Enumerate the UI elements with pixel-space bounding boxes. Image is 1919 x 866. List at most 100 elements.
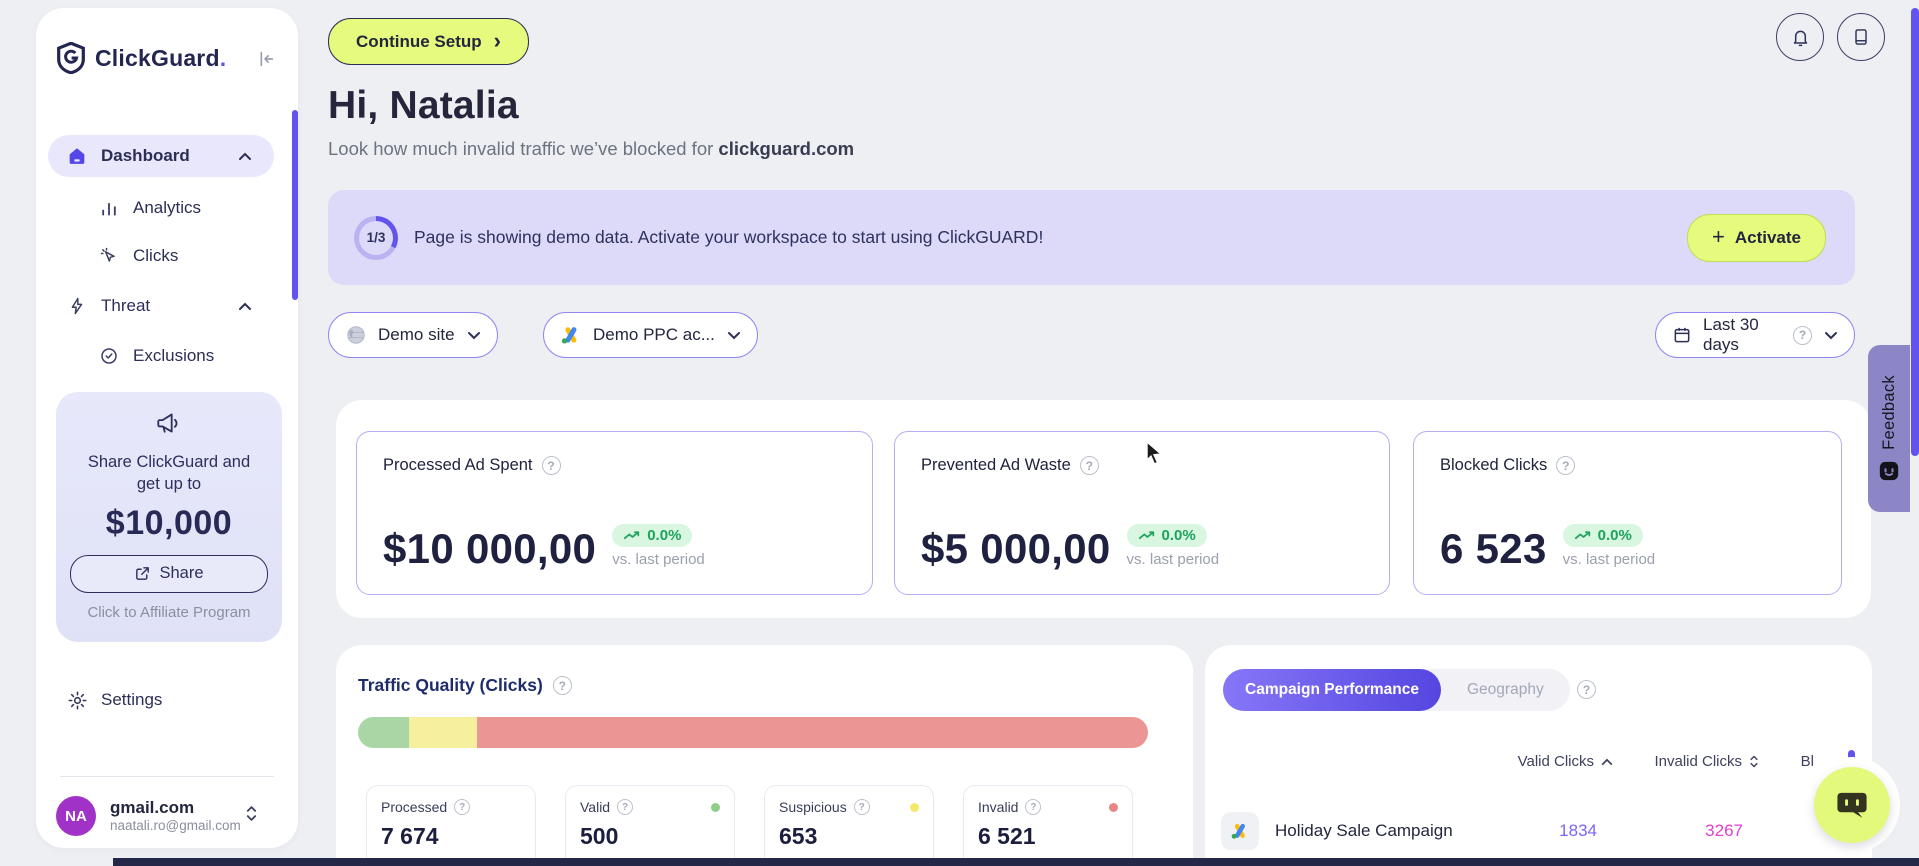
promo-amount: $10,000 [56,504,282,543]
stat-card-prevented-ad-waste: Prevented Ad Waste? $5 000,00 0.0% vs. l… [894,431,1390,595]
traffic-quality-title: Traffic Quality (Clicks) [358,675,543,696]
brand-logo[interactable]: ClickGuard. [56,42,226,74]
setup-progress-ring: 1/3 [354,216,398,260]
plus-icon: + [1712,226,1725,248]
globe-icon [345,324,367,346]
help-icon[interactable]: ? [454,799,470,815]
sidebar-item-exclusions[interactable]: Exclusions [48,335,274,377]
clickguard-dashboard: ClickGuard. Dashboard Analytics Clicks [0,0,1919,866]
chevron-up-icon [238,302,252,311]
lightning-icon [66,295,88,317]
traffic-quality-segment-suspicious [409,717,476,748]
invalid-clicks-value: 3267 [1705,821,1743,841]
sidebar-item-dashboard[interactable]: Dashboard [48,135,274,177]
activate-button[interactable]: + Activate [1687,214,1826,262]
traffic-card-valid: Valid? 500 +0.00% [565,785,735,866]
google-ads-icon [1221,812,1259,850]
trend-up-icon [1574,530,1592,541]
column-header-valid-clicks[interactable]: Valid Clicks [1518,753,1613,770]
site-filter-dropdown[interactable]: Demo site [328,312,498,358]
stat-value: $10 000,00 [383,528,596,570]
help-icon[interactable]: ? [542,456,561,475]
traffic-quality-segment-valid [358,717,409,748]
chat-bubble-icon [1835,788,1869,822]
sidebar-item-label: Dashboard [101,146,190,166]
google-ads-icon [560,324,582,346]
traffic-quality-bar [358,717,1148,748]
banner-message: Page is showing demo data. Activate your… [414,227,1043,248]
account-name: gmail.com [110,797,241,818]
help-icon[interactable]: ? [1793,326,1812,345]
affiliate-program-link[interactable]: Click to Affiliate Program [56,604,282,621]
ppc-account-filter-dropdown[interactable]: Demo PPC ac... [543,312,758,358]
chevron-down-icon [467,331,481,340]
help-icon[interactable]: ? [617,799,633,815]
stat-card-blocked-clicks: Blocked Clicks? 6 523 0.0% vs. last peri… [1413,431,1842,595]
help-icon[interactable]: ? [1025,799,1041,815]
sidebar: ClickGuard. Dashboard Analytics Clicks [36,8,298,848]
sidebar-scrollbar[interactable] [292,110,298,300]
site-domain: clickguard.com [718,138,854,159]
avatar: NA [56,796,96,836]
date-range-dropdown[interactable]: Last 30 days ? [1655,312,1855,358]
divider [60,776,274,777]
sidebar-collapse-button[interactable] [252,46,278,72]
trend-up-icon [623,530,641,541]
demo-data-banner: 1/3 Page is showing demo data. Activate … [328,190,1855,285]
kpi-panel: Processed Ad Spent? $10 000,00 0.0% vs. … [336,400,1871,618]
book-icon [1851,27,1871,47]
sidebar-item-clicks[interactable]: Clicks [48,235,274,277]
chevron-up-icon [238,152,252,161]
home-icon [66,145,88,167]
suspicious-dot [910,803,919,812]
continue-setup-button[interactable]: Continue Setup › [328,18,529,65]
share-button[interactable]: Share [70,555,268,593]
invalid-dot [1109,803,1118,812]
valid-dot [711,803,720,812]
clickguard-shield-icon [56,42,86,74]
change-badge: 0.0% [612,524,692,547]
bar-chart-icon [98,197,120,219]
page-scrollbar[interactable] [1911,8,1919,456]
column-header-blocked[interactable]: Bl [1801,753,1814,770]
help-icon[interactable]: ? [553,676,572,695]
help-icon[interactable]: ? [854,799,870,815]
sidebar-item-label: Threat [101,296,150,316]
tab-campaign-performance[interactable]: Campaign Performance [1223,669,1441,711]
compare-caption: vs. last period [1127,551,1220,568]
sort-both-icon [1749,754,1759,769]
sidebar-item-label: Settings [101,690,162,710]
campaign-name: Holiday Sale Campaign [1275,821,1453,841]
sidebar-item-threat[interactable]: Threat [48,285,274,327]
page-subtitle: Look how much invalid traffic we’ve bloc… [328,138,854,160]
sidebar-item-settings[interactable]: Settings [48,680,274,720]
calendar-icon [1672,325,1692,345]
brand-name: ClickGuard. [95,45,226,72]
sidebar-item-label: Analytics [133,198,201,218]
stat-card-processed-ad-spent: Processed Ad Spent? $10 000,00 0.0% vs. … [356,431,873,595]
stat-value: $5 000,00 [921,528,1111,570]
sidebar-item-analytics[interactable]: Analytics [48,187,274,229]
compare-caption: vs. last period [1563,551,1656,568]
traffic-quality-panel: Traffic Quality (Clicks) ? Processed? 7 … [336,645,1193,866]
help-icon[interactable]: ? [1080,456,1099,475]
chevron-down-icon [1824,331,1838,340]
column-header-invalid-clicks[interactable]: Invalid Clicks [1654,753,1759,770]
chat-launcher-button[interactable] [1814,767,1890,843]
tab-geography[interactable]: Geography [1441,681,1570,699]
sort-asc-icon [1601,758,1613,766]
help-icon[interactable]: ? [1556,456,1575,475]
notifications-button[interactable] [1776,13,1824,61]
help-icon[interactable]: ? [1577,680,1596,699]
panel-tabs: Campaign Performance Geography [1223,669,1570,711]
bottom-edge-bar [113,858,1919,866]
arrow-right-icon: › [494,30,501,52]
stat-value: 6 523 [1440,528,1547,570]
feedback-tab[interactable]: Feedback [1868,345,1910,512]
docs-button[interactable] [1837,13,1885,61]
traffic-card-invalid: Invalid? 6 521 +0.00% [963,785,1133,866]
chevron-down-icon [727,331,741,340]
account-switcher[interactable]: NA gmail.com naatali.ro@gmail.com [48,788,286,844]
campaign-row[interactable]: Holiday Sale Campaign 1834 3267 [1221,803,1856,859]
setup-progress-step: 1/3 [359,221,393,255]
